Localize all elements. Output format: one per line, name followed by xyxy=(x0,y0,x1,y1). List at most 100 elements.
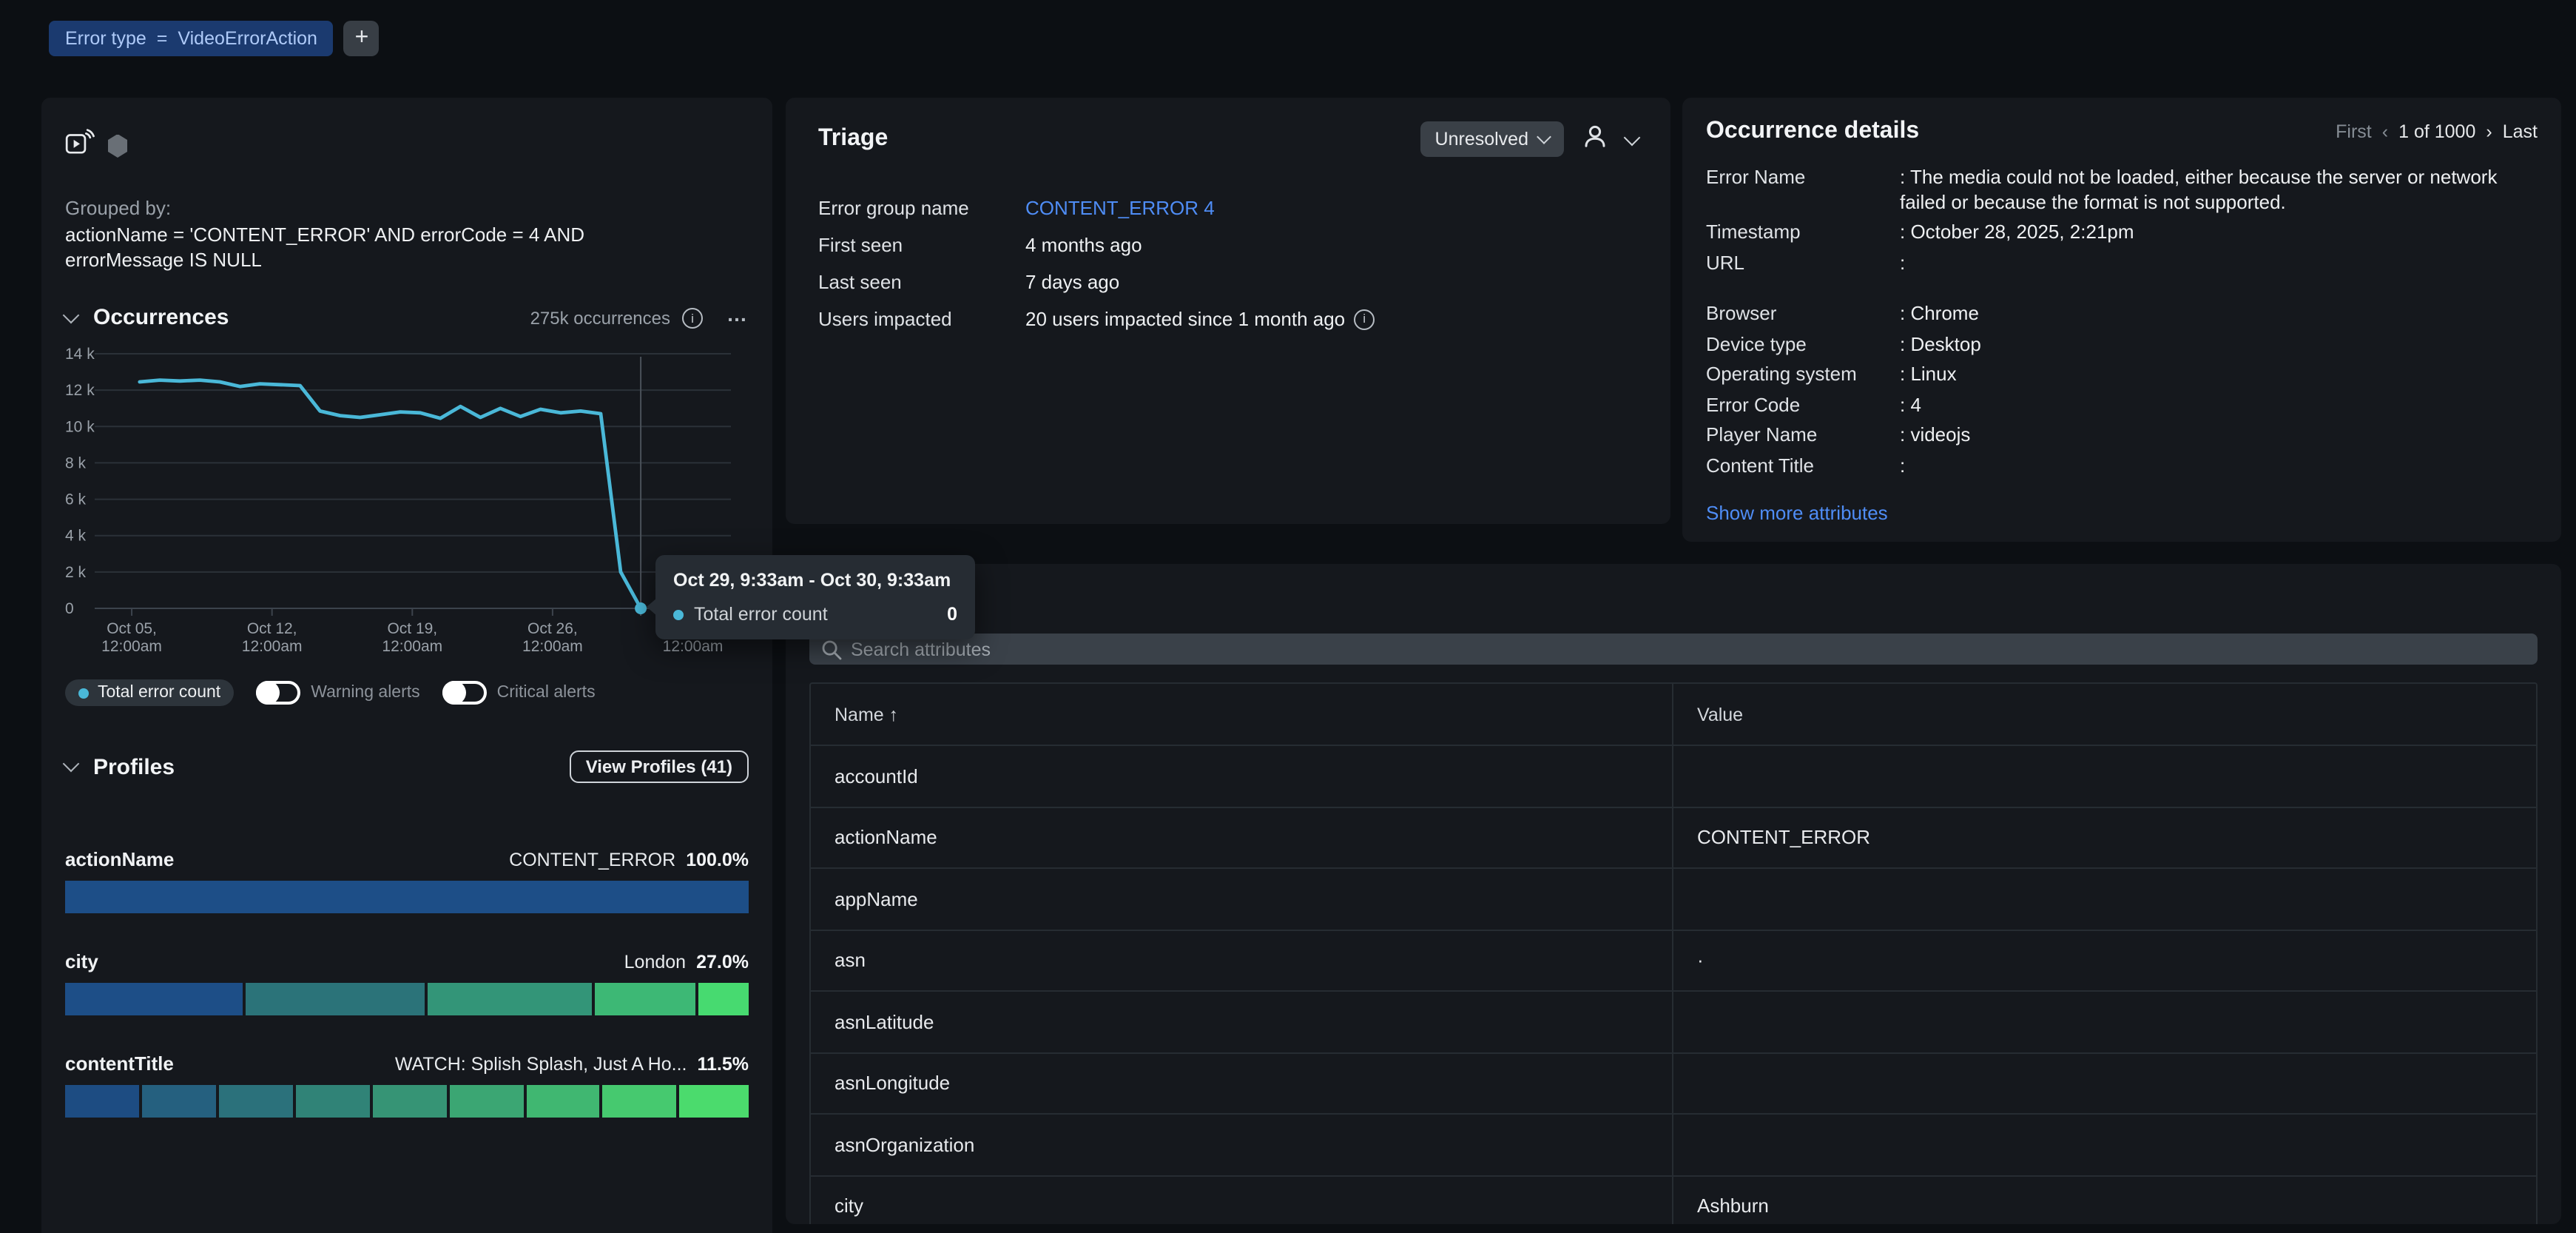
field-value: 20 users impacted since 1 month ago i xyxy=(1025,306,1375,332)
table-row[interactable]: accountId xyxy=(811,745,2536,806)
table-row[interactable]: asn· xyxy=(811,929,2536,990)
svg-text:6 k: 6 k xyxy=(65,491,87,508)
assignee-icon[interactable] xyxy=(1582,122,1608,156)
legend-total-error-count[interactable]: Total error count xyxy=(65,680,234,707)
triage-field-row: First seen4 months ago xyxy=(818,232,1638,258)
field-label: Operating system xyxy=(1706,363,1900,387)
attribute-value-cell: Ashburn xyxy=(1673,1176,2536,1224)
field-value: : xyxy=(1900,251,2538,275)
filter-chip-error-type[interactable]: Error type = VideoErrorAction xyxy=(49,21,334,56)
svg-text:12 k: 12 k xyxy=(65,383,95,400)
profile-row: city London 27.0% xyxy=(65,951,749,1016)
profile-top-value: London xyxy=(624,953,686,973)
field-label: Device type xyxy=(1706,332,1900,357)
chart-legend: Total error count Warning alerts Critica… xyxy=(65,680,749,707)
status-label: Unresolved xyxy=(1435,129,1528,149)
info-icon[interactable]: i xyxy=(1354,309,1375,329)
pagination-prev-icon[interactable]: ‹ xyxy=(2382,121,2388,142)
table-row[interactable]: appName xyxy=(811,867,2536,929)
status-dropdown[interactable]: Unresolved xyxy=(1420,121,1564,157)
field-value-text: 7 days ago xyxy=(1025,269,1119,295)
attributes-panel: Name ↑ Value accountIdactionNameCONTENT_… xyxy=(786,564,2561,1224)
attributes-searchbar xyxy=(809,634,2538,665)
pagination-next-icon[interactable]: › xyxy=(2486,121,2492,142)
table-row[interactable]: actionNameCONTENT_ERROR xyxy=(811,806,2536,867)
profile-bar-segment xyxy=(595,984,695,1016)
search-attributes-input[interactable] xyxy=(809,634,2538,665)
profile-top-value: WATCH: Splish Splash, Just A Ho... xyxy=(395,1055,687,1075)
chevron-down-icon[interactable] xyxy=(63,306,80,323)
svg-text:Oct 19,12:00am: Oct 19,12:00am xyxy=(382,621,442,656)
profile-bar-segment xyxy=(65,984,243,1016)
field-value: : Desktop xyxy=(1900,332,2538,357)
profile-bar-segment xyxy=(219,1086,293,1118)
profile-row: contentTitleWATCH: Splish Splash, Just A… xyxy=(65,1053,749,1118)
field-label: Error group name xyxy=(818,195,1025,221)
profile-top-percent: 100.0% xyxy=(686,850,749,871)
view-profiles-button[interactable]: View Profiles (41) xyxy=(570,751,749,784)
svg-text:2 k: 2 k xyxy=(65,564,87,581)
group-icons xyxy=(65,127,749,164)
info-icon[interactable]: i xyxy=(682,308,703,329)
chevron-down-icon[interactable] xyxy=(63,756,80,773)
plus-icon: + xyxy=(355,27,369,50)
attribute-value-cell: CONTENT_ERROR xyxy=(1673,807,2536,867)
table-header-row: Name ↑ Value xyxy=(811,684,2536,745)
pagination-page: 1 of 1000 xyxy=(2398,121,2475,142)
field-value: 7 days ago xyxy=(1025,269,1119,295)
profile-distribution-bar[interactable] xyxy=(65,984,749,1016)
field-value[interactable]: CONTENT_ERROR 4 xyxy=(1025,195,1215,221)
profile-attribute-name: city xyxy=(65,951,98,973)
attribute-value-cell xyxy=(1673,746,2536,806)
occurrences-title: Occurrences xyxy=(93,306,229,331)
attribute-name-cell: accountId xyxy=(811,746,1673,806)
triage-field-row: Users impacted20 users impacted since 1 … xyxy=(818,306,1638,332)
details-field-row: Content Title: xyxy=(1706,454,2538,478)
triage-fields: Error group nameCONTENT_ERROR 4 First see… xyxy=(818,195,1638,332)
triage-field-row: Last seen7 days ago xyxy=(818,269,1638,295)
legend-total-label: Total error count xyxy=(98,685,220,702)
triage-field-row: Error group nameCONTENT_ERROR 4 xyxy=(818,195,1638,221)
details-field-row: Operating system: Linux xyxy=(1706,363,2538,387)
pagination-first[interactable]: First xyxy=(2336,121,2372,142)
table-row[interactable]: asnOrganization xyxy=(811,1113,2536,1175)
critical-alerts-toggle[interactable]: Critical alerts xyxy=(442,682,596,705)
profile-distribution-bar[interactable] xyxy=(65,881,749,914)
show-more-attributes-link[interactable]: Show more attributes xyxy=(1706,502,2538,524)
field-value: : Linux xyxy=(1900,363,2538,387)
attribute-name-cell: appName xyxy=(811,869,1673,929)
profile-bar-segment xyxy=(698,984,749,1016)
table-row[interactable]: cityAshburn xyxy=(811,1175,2536,1224)
hexagon-badge-icon xyxy=(108,134,127,158)
toggle-off-icon xyxy=(256,682,300,705)
table-body: accountIdactionNameCONTENT_ERRORappNamea… xyxy=(811,745,2536,1224)
profile-bar-segment xyxy=(65,881,749,914)
more-menu-icon[interactable]: … xyxy=(726,303,749,326)
attribute-name-cell: asnOrganization xyxy=(811,1115,1673,1175)
column-header-value[interactable]: Value xyxy=(1673,684,2536,745)
svg-text:8 k: 8 k xyxy=(65,455,87,472)
pagination-last[interactable]: Last xyxy=(2503,121,2538,142)
chevron-down-icon[interactable] xyxy=(1624,129,1641,146)
field-label: Error Code xyxy=(1706,393,1900,417)
table-row[interactable]: asnLongitude xyxy=(811,1052,2536,1113)
add-filter-button[interactable]: + xyxy=(344,21,380,56)
field-value-text: 20 users impacted since 1 month ago xyxy=(1025,306,1345,332)
profile-attribute-name: actionName xyxy=(65,849,174,871)
details-field-row: Error Name: The media could not be loade… xyxy=(1706,166,2538,215)
profile-bar-segment xyxy=(603,1086,676,1118)
profile-top-percent: 27.0% xyxy=(696,953,749,973)
warning-alerts-label: Warning alerts xyxy=(311,685,419,702)
video-cast-icon[interactable] xyxy=(65,127,95,164)
profile-distribution-bar[interactable] xyxy=(65,1086,749,1118)
svg-text:14 k: 14 k xyxy=(65,346,95,363)
details-field-row: Player Name: videojs xyxy=(1706,423,2538,448)
warning-alerts-toggle[interactable]: Warning alerts xyxy=(256,682,419,705)
column-header-name[interactable]: Name ↑ xyxy=(811,684,1673,745)
details-fields: Error Name: The media could not be loade… xyxy=(1706,166,2538,478)
error-group-panel: Grouped by: actionName = 'CONTENT_ERROR'… xyxy=(41,98,772,1233)
details-field-row: Browser: Chrome xyxy=(1706,302,2538,326)
table-row[interactable]: asnLatitude xyxy=(811,990,2536,1052)
details-field-row: Device type: Desktop xyxy=(1706,332,2538,357)
tooltip-series-row: Total error count 0 xyxy=(673,604,957,625)
